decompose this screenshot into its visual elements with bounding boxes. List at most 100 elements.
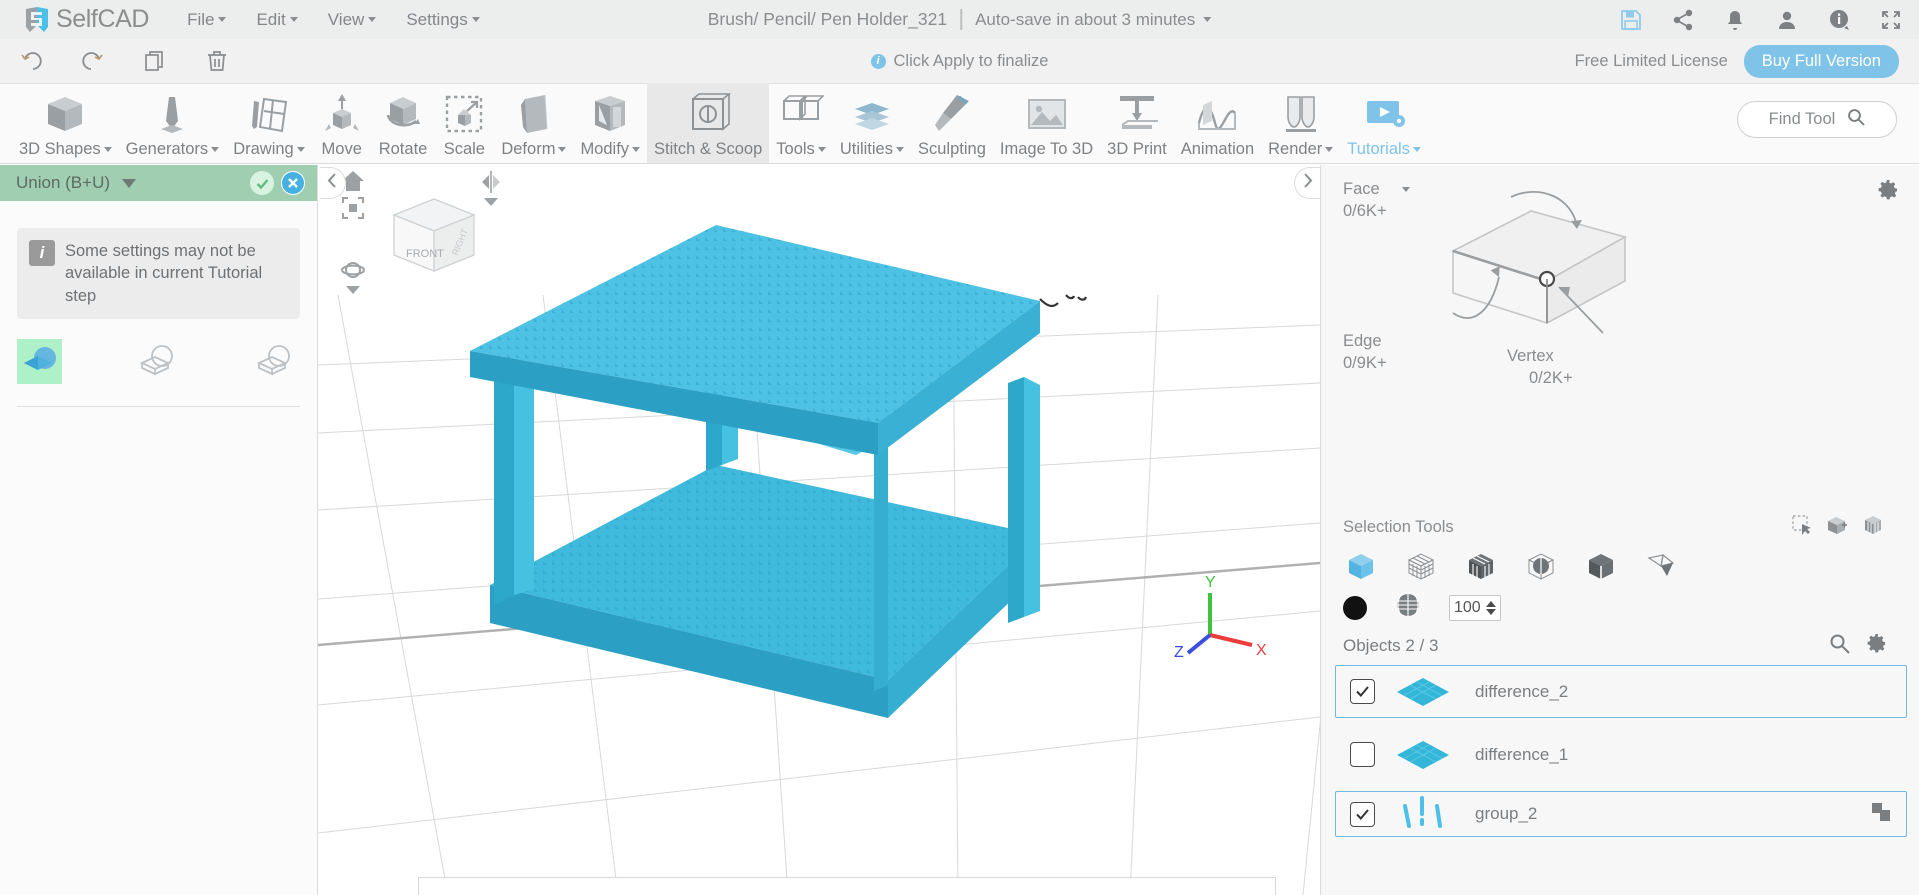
tutorials-play-icon xyxy=(1361,90,1407,137)
face-counter: Face 0/6K+ xyxy=(1343,180,1410,221)
color-swatch[interactable] xyxy=(1343,595,1367,620)
ribbon-tool-tools[interactable]: Tools xyxy=(769,83,833,163)
svg-text:Z: Z xyxy=(1174,644,1184,661)
svg-text:Y: Y xyxy=(1205,574,1216,591)
share-icon[interactable] xyxy=(1671,8,1695,32)
boolean-op-subtract[interactable] xyxy=(134,339,179,384)
rect-select-icon[interactable] xyxy=(1791,514,1813,541)
texture-sphere-icon[interactable] xyxy=(1395,592,1421,623)
collapse-right-panel-button[interactable] xyxy=(1294,167,1320,199)
autosave-status[interactable]: Auto-save in about 3 minutes xyxy=(975,10,1212,30)
chevron-down-icon[interactable] xyxy=(1401,187,1410,192)
face-value: 0/6K+ xyxy=(1343,202,1387,220)
material-row: 100 xyxy=(1343,592,1501,623)
ribbon-tool-image-to-3d[interactable]: Image To 3D xyxy=(993,83,1100,163)
object-name: difference_1 xyxy=(1475,744,1569,764)
stepper-arrows-icon[interactable] xyxy=(1486,600,1496,615)
left-panel-actions xyxy=(250,171,309,195)
menu-bar: SelfCAD File Edit View Settings Brush/ P… xyxy=(0,0,1919,39)
menu-item-view[interactable]: View xyxy=(328,10,377,30)
find-tool-search[interactable]: Find Tool xyxy=(1737,101,1897,138)
object-visibility-checkbox[interactable] xyxy=(1350,742,1375,767)
menu-item-file[interactable]: File xyxy=(187,10,227,30)
ribbon-tool-utilities[interactable]: Utilities xyxy=(833,83,911,163)
ribbon-tool-modify[interactable]: Modify xyxy=(573,83,647,163)
group-strokes-thumb xyxy=(1395,794,1451,834)
rotate-icon xyxy=(380,90,426,137)
document-title[interactable]: Brush/ Pencil/ Pen Holder_321 xyxy=(708,9,947,30)
through-select-icon[interactable] xyxy=(1861,513,1885,542)
chevron-down-icon[interactable] xyxy=(345,283,361,301)
info-icon[interactable] xyxy=(1827,8,1851,32)
menu-item-settings[interactable]: Settings xyxy=(406,10,480,30)
copy-icon[interactable] xyxy=(142,48,168,74)
list-item[interactable]: difference_2 xyxy=(1335,665,1907,718)
selection-tools-row: Selection Tools xyxy=(1343,513,1903,542)
ribbon-tool-render[interactable]: Render xyxy=(1261,83,1340,163)
undo-icon[interactable] xyxy=(18,48,44,74)
ribbon-tool-3d-print[interactable]: 3D Print xyxy=(1100,83,1174,163)
chevron-down-icon xyxy=(1412,147,1421,152)
opacity-stepper[interactable]: 100 xyxy=(1449,594,1501,621)
viewport-bottom-panel[interactable] xyxy=(418,877,1276,895)
ribbon-tool-drawing[interactable]: Drawing xyxy=(226,83,312,163)
group-icon[interactable] xyxy=(1870,801,1892,828)
history-actions xyxy=(18,48,230,74)
save-icon[interactable] xyxy=(1619,8,1643,32)
ribbon-tool-sculpting[interactable]: Sculpting xyxy=(911,83,993,163)
action-bar: i Click Apply to finalize Free Limited L… xyxy=(0,39,1919,84)
chevron-down-icon[interactable] xyxy=(122,178,137,188)
chevron-down-icon[interactable] xyxy=(483,195,499,213)
trash-icon[interactable] xyxy=(204,48,230,74)
objects-count-label: Objects 2 / 3 xyxy=(1343,636,1439,655)
notifications-bell-icon[interactable] xyxy=(1723,8,1747,32)
title-divider xyxy=(960,9,963,30)
object-visibility-checkbox[interactable] xyxy=(1350,679,1375,704)
list-item[interactable]: difference_1 xyxy=(1335,728,1907,781)
buy-full-version-button[interactable]: Buy Full Version xyxy=(1743,44,1899,78)
ribbon-tool-move[interactable]: Move xyxy=(312,83,372,163)
list-item[interactable]: group_2 xyxy=(1335,791,1907,837)
tools-icon xyxy=(778,90,825,137)
brand-logo[interactable]: SelfCAD xyxy=(22,5,149,35)
objects-header: Objects 2 / 3 xyxy=(1343,633,1903,659)
voxel-select-icon[interactable] xyxy=(1463,548,1499,584)
ribbon-tool-rotate[interactable]: Rotate xyxy=(372,83,435,163)
ribbon-tool-deform[interactable]: Deform xyxy=(494,83,573,163)
user-account-icon[interactable] xyxy=(1775,8,1799,32)
left-panel-divider xyxy=(17,405,300,407)
boolean-operation-group xyxy=(17,338,317,384)
boolean-op-intersect[interactable] xyxy=(251,339,296,384)
ribbon-tool-generators[interactable]: Generators xyxy=(119,83,227,163)
cancel-button[interactable] xyxy=(281,171,305,195)
object-visibility-checkbox[interactable] xyxy=(1350,801,1375,827)
box-select-icon[interactable] xyxy=(1825,513,1849,542)
gear-icon[interactable] xyxy=(1877,179,1899,206)
ribbon-tool-animation[interactable]: Animation xyxy=(1174,83,1261,163)
sphere-select-icon[interactable] xyxy=(1523,548,1559,584)
gear-icon[interactable] xyxy=(1866,633,1887,659)
modify-icon xyxy=(587,90,633,137)
face-select-icon[interactable] xyxy=(1583,548,1619,584)
apply-button[interactable] xyxy=(250,171,274,195)
ribbon-tool-3d-shapes[interactable]: 3D Shapes xyxy=(12,83,119,163)
3d-viewport[interactable]: Y X Z FRONT RIGHT xyxy=(318,165,1320,895)
search-icon[interactable] xyxy=(1829,633,1850,659)
objects-list: difference_2 difference_1 group_2 xyxy=(1335,665,1907,893)
document-title-area: Brush/ Pencil/ Pen Holder_321 Auto-save … xyxy=(708,9,1212,30)
mesh-grid-select-icon[interactable] xyxy=(1403,548,1439,584)
ribbon-tool-tutorials[interactable]: Tutorials xyxy=(1340,83,1428,163)
fullscreen-icon[interactable] xyxy=(1879,8,1903,32)
boolean-op-union[interactable] xyxy=(17,338,62,384)
ribbon-tool-scale[interactable]: Scale xyxy=(434,83,494,163)
redo-icon[interactable] xyxy=(80,48,106,74)
sculpting-icon xyxy=(929,90,975,137)
generator-icon xyxy=(149,90,195,137)
object-select-icon[interactable] xyxy=(1343,548,1379,584)
selfcad-app: SelfCAD File Edit View Settings Brush/ P… xyxy=(0,0,1919,895)
frame-selection-icon[interactable] xyxy=(340,195,366,226)
ribbon-tool-stitch-and-scoop[interactable]: Stitch & Scoop xyxy=(647,83,770,163)
selfcad-logo-icon xyxy=(22,5,52,35)
menu-item-edit[interactable]: Edit xyxy=(256,10,298,30)
polygon-select-icon[interactable] xyxy=(1643,548,1679,584)
